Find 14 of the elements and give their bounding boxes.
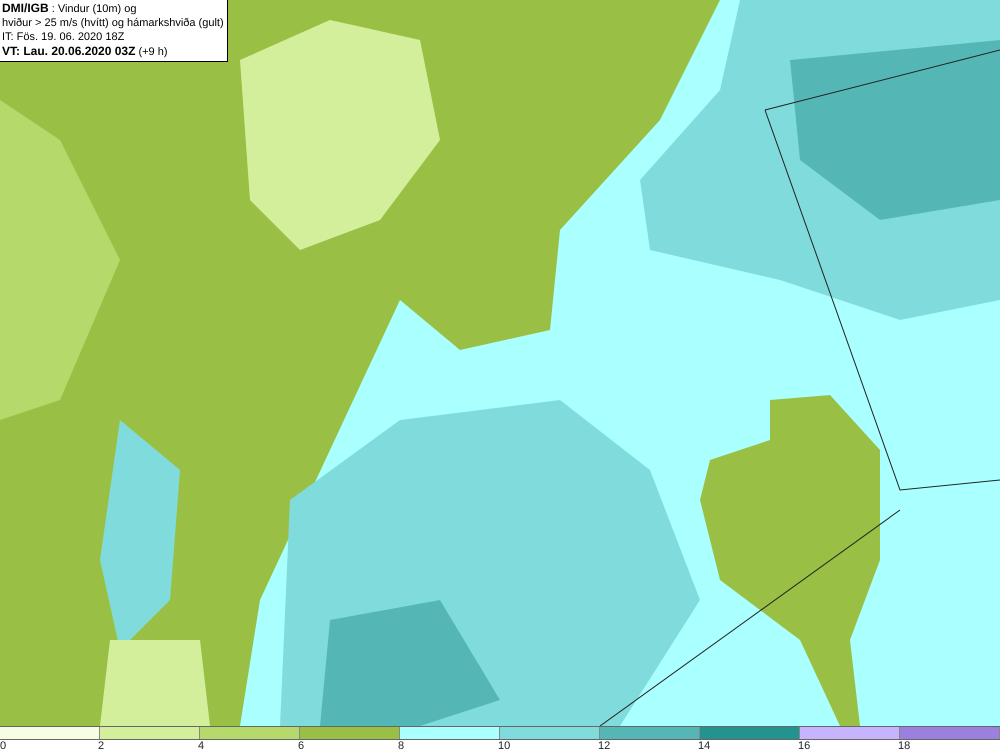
title-line: hviður > 25 m/s (hvítt) og hámarkshviða (gult)	[2, 16, 224, 30]
title-line: VT: Lau. 20.06.2020 03Z (+9 h)	[2, 44, 169, 59]
legend-label: 10	[498, 740, 510, 752]
legend-label: 16	[798, 740, 810, 752]
legend-label: 6	[298, 740, 304, 752]
legend-label: 12	[598, 740, 610, 752]
legend-label: 8	[398, 740, 404, 752]
legend-label: 2	[98, 740, 104, 752]
legend-label: 14	[698, 740, 710, 752]
legend-label: 4	[198, 740, 204, 752]
legend-label: 0	[0, 740, 6, 752]
title-line: DMI/IGB : Vindur (10m) og	[2, 1, 138, 16]
legend-label: 18	[898, 740, 910, 752]
title-line: IT: Fös. 19. 06. 2020 18Z	[2, 30, 126, 44]
